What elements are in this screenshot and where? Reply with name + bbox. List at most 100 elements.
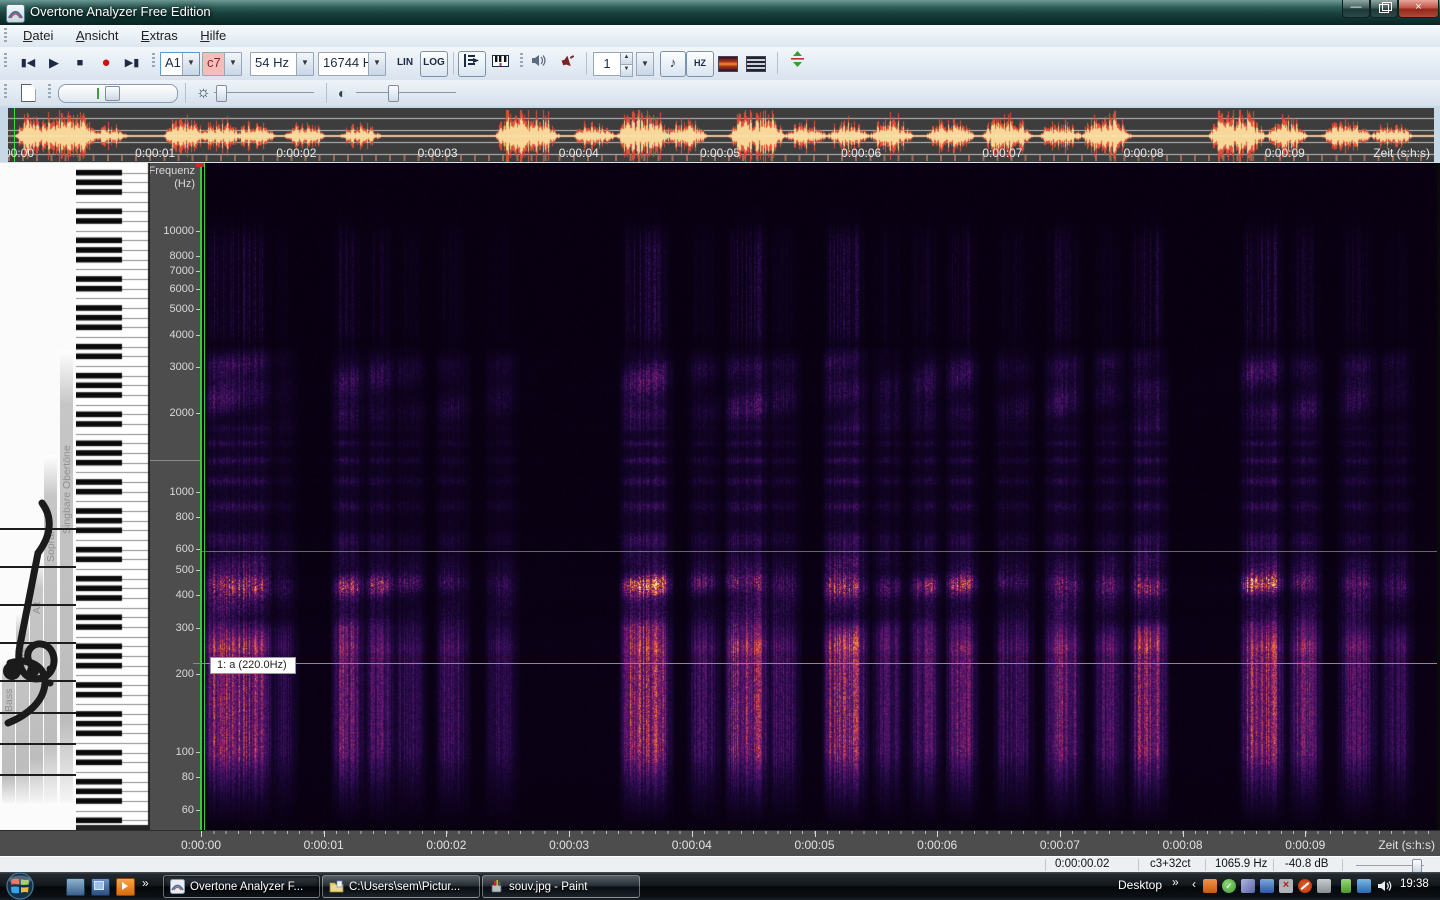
piano-keyboard[interactable] — [76, 163, 150, 830]
low-note-combobox[interactable]: A1 ▼ — [160, 52, 200, 76]
chevron-down-icon[interactable]: ▼ — [224, 53, 241, 75]
time-axis-label: 0:00:09 — [1285, 838, 1326, 852]
frequency-tick-label: 5000 — [169, 303, 194, 316]
tray-antivirus-icon[interactable]: ✓ — [1222, 879, 1236, 893]
show-desktop-icon[interactable] — [66, 878, 85, 896]
chevron-down-icon[interactable]: ▼ — [182, 53, 199, 75]
skip-to-end-button[interactable]: ▶▮ — [120, 51, 144, 75]
chevron-down-icon[interactable]: ▼ — [368, 53, 385, 75]
tray-power-icon[interactable] — [1341, 879, 1351, 893]
spin-down-icon[interactable]: ▼ — [620, 65, 633, 77]
piano-icon — [491, 55, 509, 67]
play-button[interactable]: ▶ — [42, 51, 66, 75]
skip-to-start-button[interactable]: ▮◀ — [16, 51, 40, 75]
tray-java-icon[interactable] — [1203, 879, 1217, 893]
spectrogram-view-button[interactable] — [715, 51, 741, 75]
mute-button[interactable] — [554, 51, 580, 75]
brightness-slider[interactable] — [214, 92, 314, 93]
close-button[interactable]: × — [1398, 0, 1439, 18]
status-zoom-slider-thumb[interactable] — [1412, 859, 1422, 873]
taskbar-button-paint[interactable]: souv.jpg - Paint — [482, 875, 640, 898]
taskbar-clock[interactable]: 19:38 — [1400, 878, 1429, 890]
spin-up-icon[interactable]: ▲ — [620, 52, 633, 65]
zoom-scrollbar-thumb[interactable] — [105, 86, 120, 101]
brightness-slider-thumb[interactable] — [216, 85, 227, 102]
waveform-time-label: 0:00:09 — [1264, 146, 1305, 160]
menu-bar: Datei Ansicht Extras Hilfe — [0, 25, 1440, 48]
time-axis-tick — [201, 831, 202, 837]
toolbar-grip — [152, 53, 155, 69]
log-scale-button[interactable]: LOG — [420, 51, 448, 77]
keyboard-button[interactable] — [487, 51, 513, 75]
separator — [185, 83, 186, 103]
frequency-tick-label: 7000 — [169, 265, 194, 278]
hz-display-button[interactable]: HZ — [686, 51, 714, 77]
desktop-toolbar-label[interactable]: Desktop — [1118, 878, 1162, 892]
window-title: Overtone Analyzer Free Edition — [30, 4, 211, 19]
waveform-time-label: 0:00:08 — [1123, 146, 1164, 160]
tray-monitor-icon[interactable] — [1317, 879, 1331, 893]
zoom-position-mark — [97, 88, 99, 99]
tray-display-icon[interactable] — [1260, 879, 1274, 893]
waveform-time-label: 0:00:05 — [699, 146, 741, 160]
tray-blocked-icon[interactable] — [1298, 879, 1312, 893]
fit-range-button[interactable] — [784, 51, 810, 75]
time-axis-label: 0:00:01 — [303, 838, 344, 852]
linear-scale-button[interactable]: LIN — [392, 51, 418, 75]
waveform-time-caption: Zeit (s:h:s) — [1373, 146, 1430, 160]
tray-expand-icon[interactable]: ‹ — [1192, 877, 1196, 891]
switch-windows-icon[interactable] — [91, 878, 110, 896]
high-frequency-value: 16744 Hz — [323, 55, 368, 70]
record-button[interactable]: ● — [94, 51, 118, 75]
app-icon — [6, 4, 25, 23]
waveform-panel[interactable]: 0:00:00 0:00:01 0:00:02 0:00:03 0:00:04 0:00:… — [8, 108, 1434, 162]
tray-network-icon[interactable] — [1357, 879, 1371, 893]
status-bar: 0:00:00.02 c3+32ct 1065.9 Hz -40.8 dB — [0, 856, 1440, 873]
desktop-chevron[interactable]: » — [1172, 875, 1179, 889]
menu-datei[interactable]: Datei — [14, 25, 62, 46]
overtone-count-field[interactable]: 1 — [593, 52, 621, 76]
status-level: -40.8 dB — [1285, 858, 1329, 870]
low-frequency-combobox[interactable]: 54 Hz ▼ — [250, 52, 314, 76]
waveform-frame: 0:00:00 0:00:01 0:00:02 0:00:03 0:00:04 0:00:… — [0, 106, 1440, 162]
time-axis-label: 0:00:03 — [549, 838, 590, 852]
quicklaunch-chevron[interactable]: » — [142, 876, 149, 890]
contrast-slider[interactable] — [356, 92, 456, 93]
restore-button[interactable] — [1370, 0, 1398, 18]
frequency-tick-label: 200 — [175, 667, 194, 680]
marker-list-button[interactable] — [458, 51, 486, 77]
high-frequency-combobox[interactable]: 16744 Hz ▼ — [318, 52, 386, 76]
time-axis-tick — [1305, 831, 1307, 837]
menu-extras[interactable]: Extras — [132, 25, 187, 46]
volume-button[interactable] — [526, 51, 552, 75]
taskbar-button-overtone[interactable]: Overtone Analyzer F... — [163, 875, 320, 898]
stop-button[interactable]: ■ — [68, 51, 92, 75]
frequency-tick-label: 1000 — [169, 485, 194, 498]
tray-cube-icon[interactable] — [1241, 879, 1255, 893]
menu-hilfe[interactable]: Hilfe — [191, 25, 235, 46]
overtone-count-stepper[interactable]: ▲ ▼ — [620, 52, 633, 77]
frequency-tick-label: 100 — [175, 746, 194, 758]
time-zoom-scrollbar[interactable] — [58, 84, 178, 103]
spectrogram[interactable]: 1: a (220.0Hz) — [193, 163, 1437, 830]
start-button[interactable] — [5, 871, 35, 900]
main-area: Bass Tenor Alt Sopran Singbare Obertöne Freq… — [0, 163, 1440, 830]
contrast-slider-thumb[interactable] — [388, 85, 399, 102]
view-toolbar: ☼ ◐ — [0, 80, 1440, 107]
media-player-icon[interactable] — [116, 878, 135, 896]
frequency-tick-label: 4000 — [169, 328, 194, 341]
taskbar-button-explorer[interactable]: C:\Users\sem\Pictur... — [322, 875, 480, 898]
high-note-combobox[interactable]: c7 ▼ — [202, 52, 242, 76]
overtone-dropdown-button[interactable]: ▼ — [636, 52, 654, 76]
tray-volume-icon[interactable] — [1377, 879, 1392, 893]
new-page-button[interactable] — [15, 83, 41, 103]
lines-view-button[interactable] — [743, 51, 769, 75]
minimize-button[interactable]: — — [1342, 0, 1370, 18]
menu-ansicht[interactable]: Ansicht — [67, 25, 128, 46]
title-bar[interactable]: Overtone Analyzer Free Edition — × — [0, 0, 1440, 25]
waveform-time-label: 0:00:01 — [135, 146, 176, 160]
chevron-down-icon[interactable]: ▼ — [296, 53, 313, 75]
toolbar-grip — [4, 84, 7, 100]
tray-tools-icon[interactable]: × — [1279, 879, 1293, 893]
note-display-button[interactable]: ♪ — [660, 51, 686, 77]
